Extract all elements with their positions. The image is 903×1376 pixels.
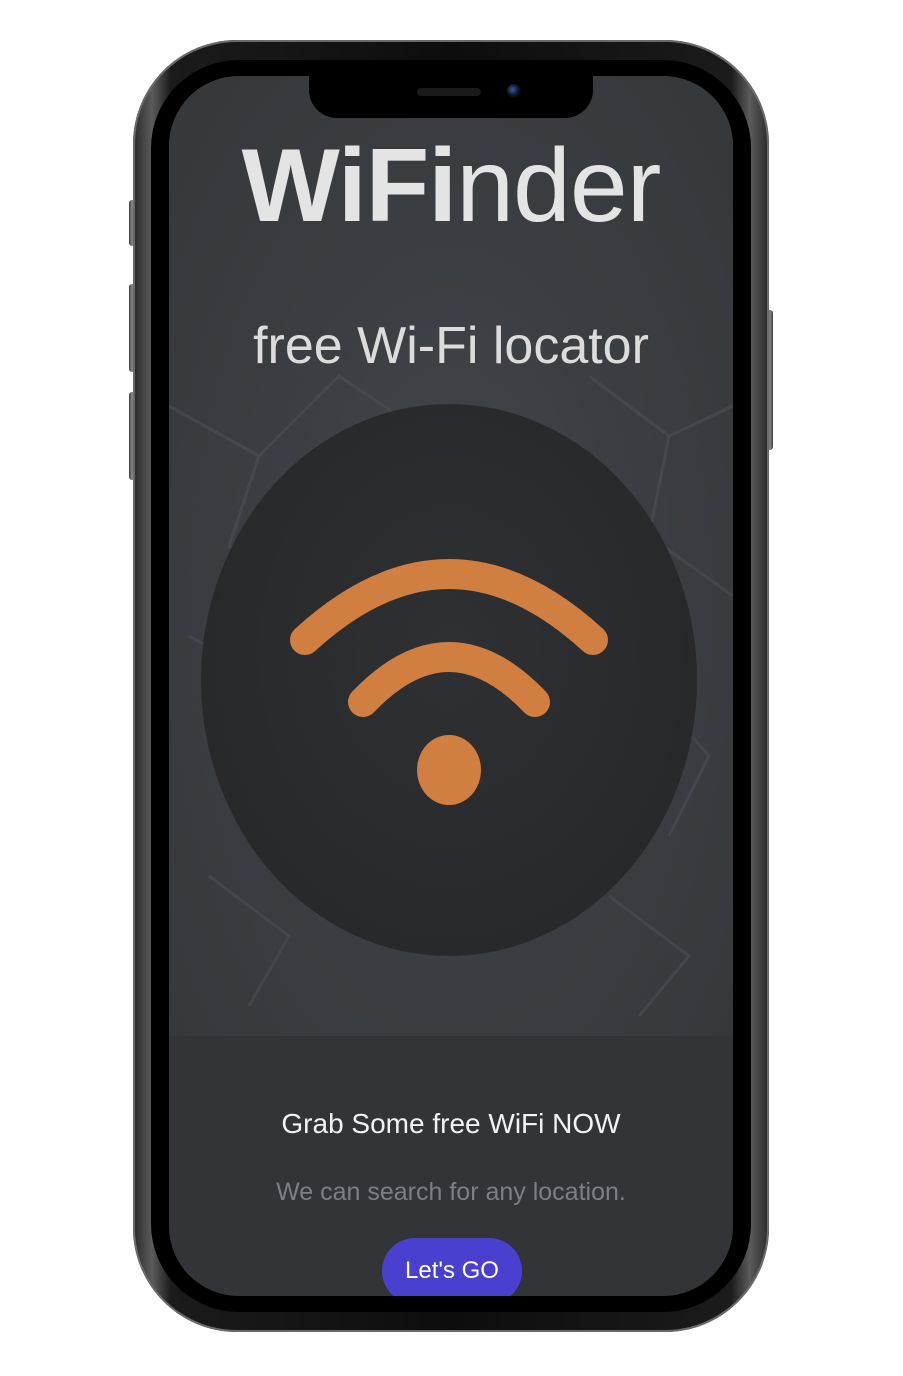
app-subtitle: free Wi-Fi locator <box>253 317 649 375</box>
speaker-grille <box>417 88 481 96</box>
tagline: We can search for any location. <box>276 1178 626 1206</box>
app-title-bold: WiFi <box>241 128 458 244</box>
app-title-rest: nder <box>456 128 661 244</box>
wifi-inner-arc-icon <box>348 642 550 717</box>
app-screen: WiFinder free Wi-Fi locator Grab Some fr… <box>169 76 733 1296</box>
lets-go-button[interactable]: Let's GO <box>382 1238 522 1296</box>
front-camera <box>507 84 521 98</box>
hero-circle <box>201 404 697 956</box>
headline: Grab Some free WiFi NOW <box>281 1108 621 1139</box>
phone-frame: WiFinder free Wi-Fi locator Grab Some fr… <box>133 40 769 1332</box>
app-title: WiFinder <box>169 131 733 241</box>
wifi-icon <box>290 559 608 805</box>
wifi-outer-arc-icon <box>290 559 608 655</box>
wifi-dot-icon <box>417 735 481 805</box>
device-notch <box>309 76 593 118</box>
device-mockup: WiFinder free Wi-Fi locator Grab Some fr… <box>0 0 903 1376</box>
